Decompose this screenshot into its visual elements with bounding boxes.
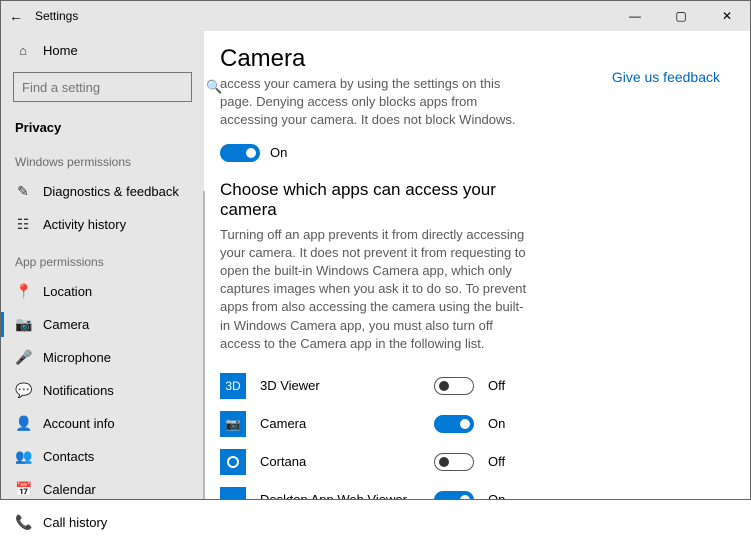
sidebar-item-microphone[interactable]: 🎤 Microphone [1, 341, 204, 374]
app-list: 3D 3D Viewer Off 📷 Camera On Cortana Off Desktop… [220, 367, 726, 499]
camera-access-toggle[interactable] [220, 144, 260, 162]
activity-history-icon: ☷ [15, 216, 31, 233]
breadcrumb: Privacy [1, 110, 204, 141]
main-pane: Camera access your camera by using the s… [204, 31, 750, 499]
app-icon [220, 449, 246, 475]
apps-subheading: Choose which apps can access your camera [220, 180, 530, 220]
sidebar-item-contacts[interactable]: 👥 Contacts [1, 440, 204, 473]
contacts-icon: 👥 [15, 448, 31, 465]
app-row: Cortana Off [220, 443, 726, 481]
app-row: 3D 3D Viewer Off [220, 367, 726, 405]
calendar-icon: 📅 [15, 481, 31, 498]
app-name: Cortana [260, 454, 420, 469]
app-toggle-state: Off [488, 454, 518, 469]
app-name: 3D Viewer [260, 378, 420, 393]
sidebar-item-activity-history[interactable]: ☷ Activity history [1, 208, 204, 241]
app-toggle[interactable] [434, 415, 474, 433]
search-box[interactable]: 🔍 [13, 72, 192, 102]
sidebar-item-label: Microphone [43, 350, 111, 365]
app-icon: 3D [220, 373, 246, 399]
app-icon: 📷 [220, 411, 246, 437]
camera-access-state: On [270, 145, 287, 160]
sidebar-item-call-history[interactable]: 📞 Call history [1, 506, 204, 539]
app-row: 📷 Camera On [220, 405, 726, 443]
sidebar-item-label: Call history [43, 515, 107, 530]
search-input[interactable] [14, 80, 206, 95]
sidebar-item-label: Account info [43, 416, 115, 431]
account-info-icon: 👤 [15, 415, 31, 432]
window-title: Settings [31, 9, 612, 23]
sidebar-item-label: Location [43, 284, 92, 299]
apps-subtext: Turning off an app prevents it from dire… [220, 226, 530, 353]
sidebar-item-label: Calendar [43, 482, 96, 497]
page-intro-text: access your camera by using the settings… [220, 75, 530, 130]
sidebar-item-calendar[interactable]: 📅 Calendar [1, 473, 204, 506]
sidebar: ⌂ Home 🔍 Privacy Windows permissions ✎ Di… [1, 31, 204, 499]
microphone-icon: 🎤 [15, 349, 31, 366]
titlebar: ← Settings — ▢ ✕ [1, 1, 750, 31]
feedback-link[interactable]: Give us feedback [612, 69, 720, 85]
sidebar-item-diagnostics-feedback[interactable]: ✎ Diagnostics & feedback [1, 175, 204, 208]
camera-icon: 📷 [15, 316, 31, 333]
maximize-button[interactable]: ▢ [658, 1, 704, 31]
group-app-permissions: App permissions [1, 241, 204, 275]
call-history-icon: 📞 [15, 514, 31, 531]
back-button[interactable]: ← [1, 8, 31, 24]
sidebar-item-label: Camera [43, 317, 89, 332]
app-toggle[interactable] [434, 377, 474, 395]
app-toggle-state: On [488, 492, 518, 499]
sidebar-item-label: Notifications [43, 383, 114, 398]
location-icon: 📍 [15, 283, 31, 300]
sidebar-item-label: Activity history [43, 217, 126, 232]
app-icon [220, 487, 246, 499]
app-toggle[interactable] [434, 491, 474, 499]
app-toggle-state: On [488, 416, 518, 431]
home-nav[interactable]: ⌂ Home [1, 37, 204, 64]
app-toggle[interactable] [434, 453, 474, 471]
app-toggle-state: Off [488, 378, 518, 393]
app-row: Desktop App Web Viewer On [220, 481, 726, 499]
group-windows-permissions: Windows permissions [1, 141, 204, 175]
sidebar-item-account-info[interactable]: 👤 Account info [1, 407, 204, 440]
sidebar-item-label: Diagnostics & feedback [43, 184, 179, 199]
app-name: Camera [260, 416, 420, 431]
notifications-icon: 💬 [15, 382, 31, 399]
sidebar-item-camera[interactable]: 📷 Camera [1, 308, 204, 341]
home-icon: ⌂ [15, 43, 31, 58]
app-name: Desktop App Web Viewer [260, 492, 420, 499]
close-button[interactable]: ✕ [704, 1, 750, 31]
sidebar-item-label: Contacts [43, 449, 94, 464]
sidebar-item-notifications[interactable]: 💬 Notifications [1, 374, 204, 407]
home-label: Home [43, 43, 78, 58]
sidebar-item-location[interactable]: 📍 Location [1, 275, 204, 308]
diagnostics-feedback-icon: ✎ [15, 183, 31, 200]
minimize-button[interactable]: — [612, 1, 658, 31]
